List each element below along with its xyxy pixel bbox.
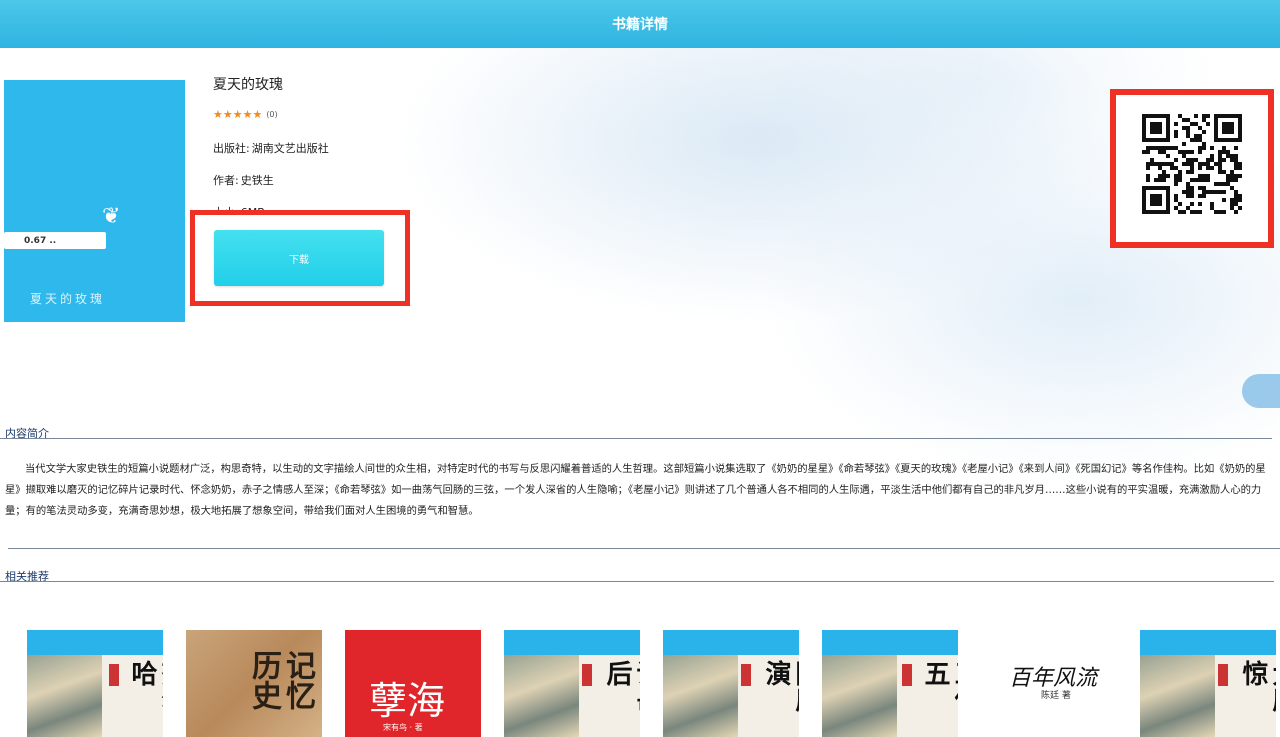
related-book-3[interactable]: 孽海 宋有鸟 · 著 bbox=[345, 630, 481, 737]
download-button[interactable]: 下载 bbox=[214, 230, 384, 286]
author-value: 史铁生 bbox=[240, 174, 274, 187]
cover-painting bbox=[663, 655, 738, 737]
related-divider bbox=[0, 581, 1274, 582]
header-bar: 书籍详情 bbox=[0, 0, 1280, 48]
author-label: 作者: bbox=[213, 174, 239, 187]
cover-painting bbox=[1140, 655, 1215, 737]
related-book-author: 宋有鸟 · 著 bbox=[383, 723, 423, 732]
related-book-1[interactable]: 努尔哈 bbox=[27, 630, 163, 737]
card-top-strip bbox=[504, 630, 640, 655]
cover-logo-icon: ❦ bbox=[102, 204, 121, 229]
star-rating-icon: ★★★★★ bbox=[213, 108, 263, 121]
book-cover: ❦ 夏天的玫瑰 0.67 .. bbox=[4, 80, 185, 322]
publisher-label: 出版社: bbox=[213, 142, 250, 155]
related-book-title: 隋唐演 bbox=[761, 660, 799, 712]
related-book-title: 记忆历史 bbox=[246, 650, 315, 710]
author-row: 作者: 史铁生 bbox=[213, 172, 274, 188]
related-book-5[interactable]: 隋唐演 bbox=[663, 630, 799, 737]
cover-tag bbox=[741, 664, 751, 686]
related-book-8[interactable]: 大唐惊 bbox=[1140, 630, 1276, 737]
publisher-row: 出版社: 湖南文艺出版社 bbox=[213, 140, 329, 156]
section-divider bbox=[8, 548, 1280, 549]
rating-count: (0) bbox=[266, 110, 278, 119]
cover-tag bbox=[582, 664, 592, 686]
cover-tag bbox=[902, 664, 912, 686]
cover-painting bbox=[27, 655, 102, 737]
cover-strip: 0.67 .. bbox=[4, 232, 106, 249]
qr-code-icon bbox=[1142, 114, 1242, 214]
page-title: 书籍详情 bbox=[612, 17, 668, 33]
cover-painting bbox=[822, 655, 897, 737]
card-top-strip bbox=[27, 630, 163, 655]
related-books: 努尔哈 记忆历史 孽海 宋有鸟 · 著 说岳后 隋唐演 三侠五 百年风流 陈廷 … bbox=[0, 624, 1280, 737]
book-title: 夏天的玫瑰 bbox=[213, 77, 283, 93]
cover-title: 夏天的玫瑰 bbox=[30, 292, 106, 306]
side-float-button[interactable] bbox=[1242, 374, 1280, 408]
related-book-7[interactable]: 百年风流 陈廷 著 bbox=[981, 630, 1117, 737]
card-top-strip bbox=[663, 630, 799, 655]
intro-text: 当代文学大家史铁生的短篇小说题材广泛，构思奇特，以生动的文字描绘人间世的众生相，… bbox=[5, 463, 1266, 517]
related-book-title: 孽海 bbox=[369, 679, 446, 723]
card-top-strip bbox=[1140, 630, 1276, 655]
related-book-title: 三侠五 bbox=[920, 660, 958, 712]
related-book-title: 大唐惊 bbox=[1238, 660, 1276, 712]
related-book-title: 说岳后 bbox=[602, 660, 640, 712]
related-book-author: 陈廷 著 bbox=[1041, 691, 1071, 701]
cover-tag bbox=[109, 664, 119, 686]
card-top-strip bbox=[822, 630, 958, 655]
publisher-value: 湖南文艺出版社 bbox=[251, 142, 329, 155]
related-book-6[interactable]: 三侠五 bbox=[822, 630, 958, 737]
related-book-2[interactable]: 记忆历史 bbox=[186, 630, 322, 737]
cover-tag bbox=[1218, 664, 1228, 686]
related-book-title: 努尔哈 bbox=[127, 660, 163, 712]
related-book-4[interactable]: 说岳后 bbox=[504, 630, 640, 737]
cover-painting bbox=[504, 655, 579, 737]
intro-divider bbox=[0, 438, 1272, 439]
rating: ★★★★★ (0) bbox=[213, 108, 278, 121]
